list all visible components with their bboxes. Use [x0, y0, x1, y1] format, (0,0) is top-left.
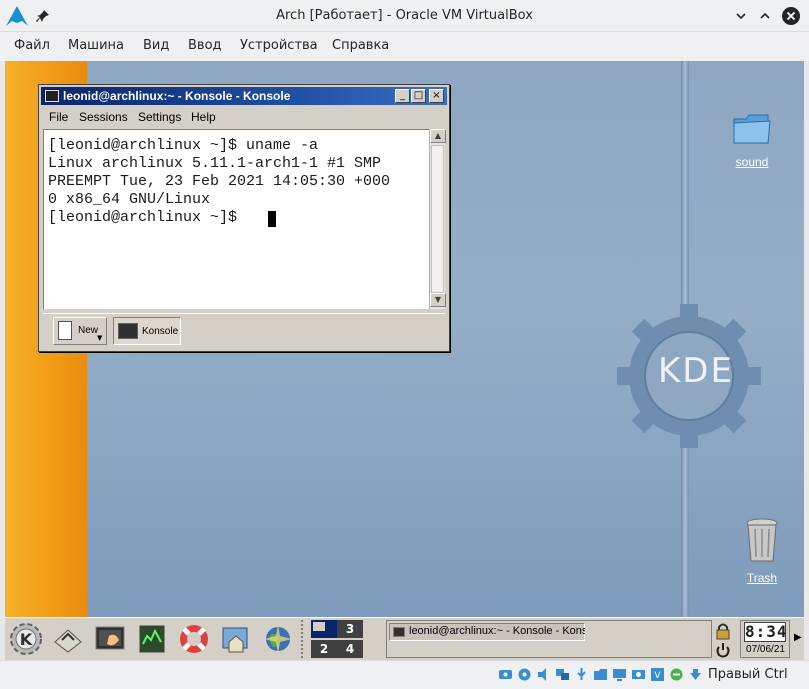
pager-desktop-4[interactable]: 4 [337, 640, 363, 658]
scroll-up-button[interactable]: ▲ [430, 129, 446, 143]
terminal-line: 0 x86_64 GNU/Linux [48, 191, 211, 208]
home-folder-icon[interactable] [51, 622, 85, 656]
new-session-label: New [78, 325, 99, 336]
close-icon [786, 11, 796, 21]
terminal-line: [leonid@archlinux ~]$ uname -a [48, 137, 319, 154]
menu-input[interactable]: Ввод [188, 38, 222, 53]
host-key-indicator[interactable]: Правый Ctrl [708, 667, 788, 682]
menu-file[interactable]: Файл [14, 38, 50, 53]
terminal-line: Linux archlinux 5.11.1-arch1-1 #1 SMP [48, 155, 382, 172]
usb-icon[interactable] [574, 667, 589, 682]
pager-desktop-2[interactable]: 2 [311, 640, 337, 658]
konsole-tab-icon [118, 323, 138, 339]
host-titlebar: Arch [Работает] - Oracle VM VirtualBox [0, 0, 809, 32]
konsole-window[interactable]: leonid@archlinux:~ - Konsole - Konsole _… [38, 84, 450, 352]
menu-view[interactable]: Вид [143, 38, 169, 53]
konsole-task-icon [393, 627, 405, 637]
task-konsole[interactable]: leonid@archlinux:~ - Konsole - Konsole [389, 623, 585, 641]
konsole-tabbar: New ▼ Konsole [43, 313, 445, 347]
konsole-minimize-button[interactable]: _ [395, 89, 410, 103]
pager-desktop-3[interactable]: 3 [337, 620, 363, 638]
task-konsole-label: leonid@archlinux:~ - Konsole - Konsole [409, 625, 585, 637]
host-statusbar: V Правый Ctrl [0, 660, 809, 689]
audio-icon[interactable] [536, 667, 551, 682]
konsole-menu-settings[interactable]: Settings [138, 110, 181, 124]
kde-menu-icon[interactable]: K [9, 622, 43, 656]
task-list: leonid@archlinux:~ - Konsole - Konsole [386, 620, 712, 658]
konsole-title: leonid@archlinux:~ - Konsole - Konsole [63, 89, 291, 103]
file-manager-icon[interactable] [219, 622, 253, 656]
desktop-icon-trash-label: Trash [746, 571, 778, 585]
new-session-button[interactable]: New ▼ [53, 317, 107, 345]
display-icon[interactable] [612, 667, 627, 682]
konsole-menubar: File Sessions Settings Help [41, 106, 447, 128]
pager-window-icon [313, 622, 325, 631]
terminal-area[interactable]: [leonid@archlinux ~]$ uname -a Linux arc… [43, 129, 429, 309]
terminal-line: PREEMPT Tue, 23 Feb 2021 14:05:30 +000 [48, 173, 391, 190]
taskbar-expand-icon[interactable]: ▶ [794, 632, 802, 643]
konsole-menu-sessions[interactable]: Sessions [79, 110, 128, 124]
guest-screen[interactable]: KDE sound Trash leonid@archlinux:~ - Kon… [5, 61, 804, 660]
help-lifebuoy-icon[interactable] [177, 622, 211, 656]
network-icon[interactable] [555, 667, 570, 682]
konsole-shell-icon[interactable] [93, 622, 127, 656]
desktop-icon-sound-label: sound [735, 155, 769, 169]
kde-logo-text: KDE [658, 351, 734, 391]
sound-folder-icon [733, 114, 771, 144]
new-document-icon [58, 321, 72, 340]
konsole-window-icon[interactable] [45, 90, 59, 102]
clock-time: 8:34 [744, 622, 788, 642]
lock-screen-icon[interactable] [714, 622, 732, 640]
window-title: Arch [Работает] - Oracle VM VirtualBox [276, 8, 533, 23]
konsole-menu-file[interactable]: File [49, 110, 68, 124]
taskbar-handle[interactable] [301, 620, 307, 658]
desktop-icon-sound[interactable]: sound [722, 111, 782, 170]
terminal-prompt: [leonid@archlinux ~]$ [48, 209, 247, 226]
host-menubar: Файл Машина Вид Ввод Устройства Справка [0, 32, 809, 61]
menu-help[interactable]: Справка [332, 38, 389, 53]
menu-devices[interactable]: Устройства [240, 38, 318, 53]
konsole-menu-help[interactable]: Help [191, 110, 216, 124]
close-button[interactable] [782, 7, 800, 25]
system-monitor-icon[interactable] [135, 622, 169, 656]
logout-power-icon[interactable] [714, 642, 732, 658]
web-browser-icon[interactable] [261, 622, 295, 656]
shared-folders-icon[interactable] [593, 667, 608, 682]
hard-disk-icon[interactable] [498, 667, 513, 682]
keyboard-icon[interactable] [688, 667, 703, 682]
minimize-icon[interactable] [734, 9, 748, 23]
scroll-down-button[interactable]: ▼ [430, 293, 446, 307]
menu-machine[interactable]: Машина [68, 38, 124, 53]
maximize-icon[interactable] [758, 9, 772, 23]
svg-text:K: K [20, 630, 33, 649]
mouse-integration-icon[interactable] [669, 667, 684, 682]
video-capture-icon[interactable] [631, 667, 646, 682]
virtualization-icon[interactable]: V [650, 667, 665, 682]
dropdown-arrow-icon: ▼ [97, 334, 103, 342]
terminal-scrollbar[interactable]: ▲ ▼ [429, 129, 446, 309]
pager-desktop-1[interactable] [311, 620, 337, 638]
clock[interactable]: 8:34 07/06/21 [740, 620, 790, 658]
desktop-icon-trash[interactable]: Trash [732, 517, 792, 586]
konsole-maximize-button[interactable]: □ [411, 89, 426, 103]
session-tab-konsole[interactable]: Konsole [113, 317, 181, 345]
session-tab-label: Konsole [142, 326, 179, 337]
clock-date: 07/06/21 [746, 644, 785, 655]
trash-icon [746, 518, 778, 562]
konsole-close-button[interactable]: × [429, 89, 444, 103]
terminal-cursor [268, 211, 276, 227]
svg-text:V: V [654, 671, 661, 681]
scrollbar-track[interactable] [431, 145, 444, 293]
optical-drive-icon[interactable] [517, 667, 532, 682]
konsole-titlebar[interactable]: leonid@archlinux:~ - Konsole - Konsole _… [41, 87, 447, 105]
kde-taskbar: K 3 2 4 leonid@archlinux:~ - Konsole - K… [5, 617, 804, 660]
